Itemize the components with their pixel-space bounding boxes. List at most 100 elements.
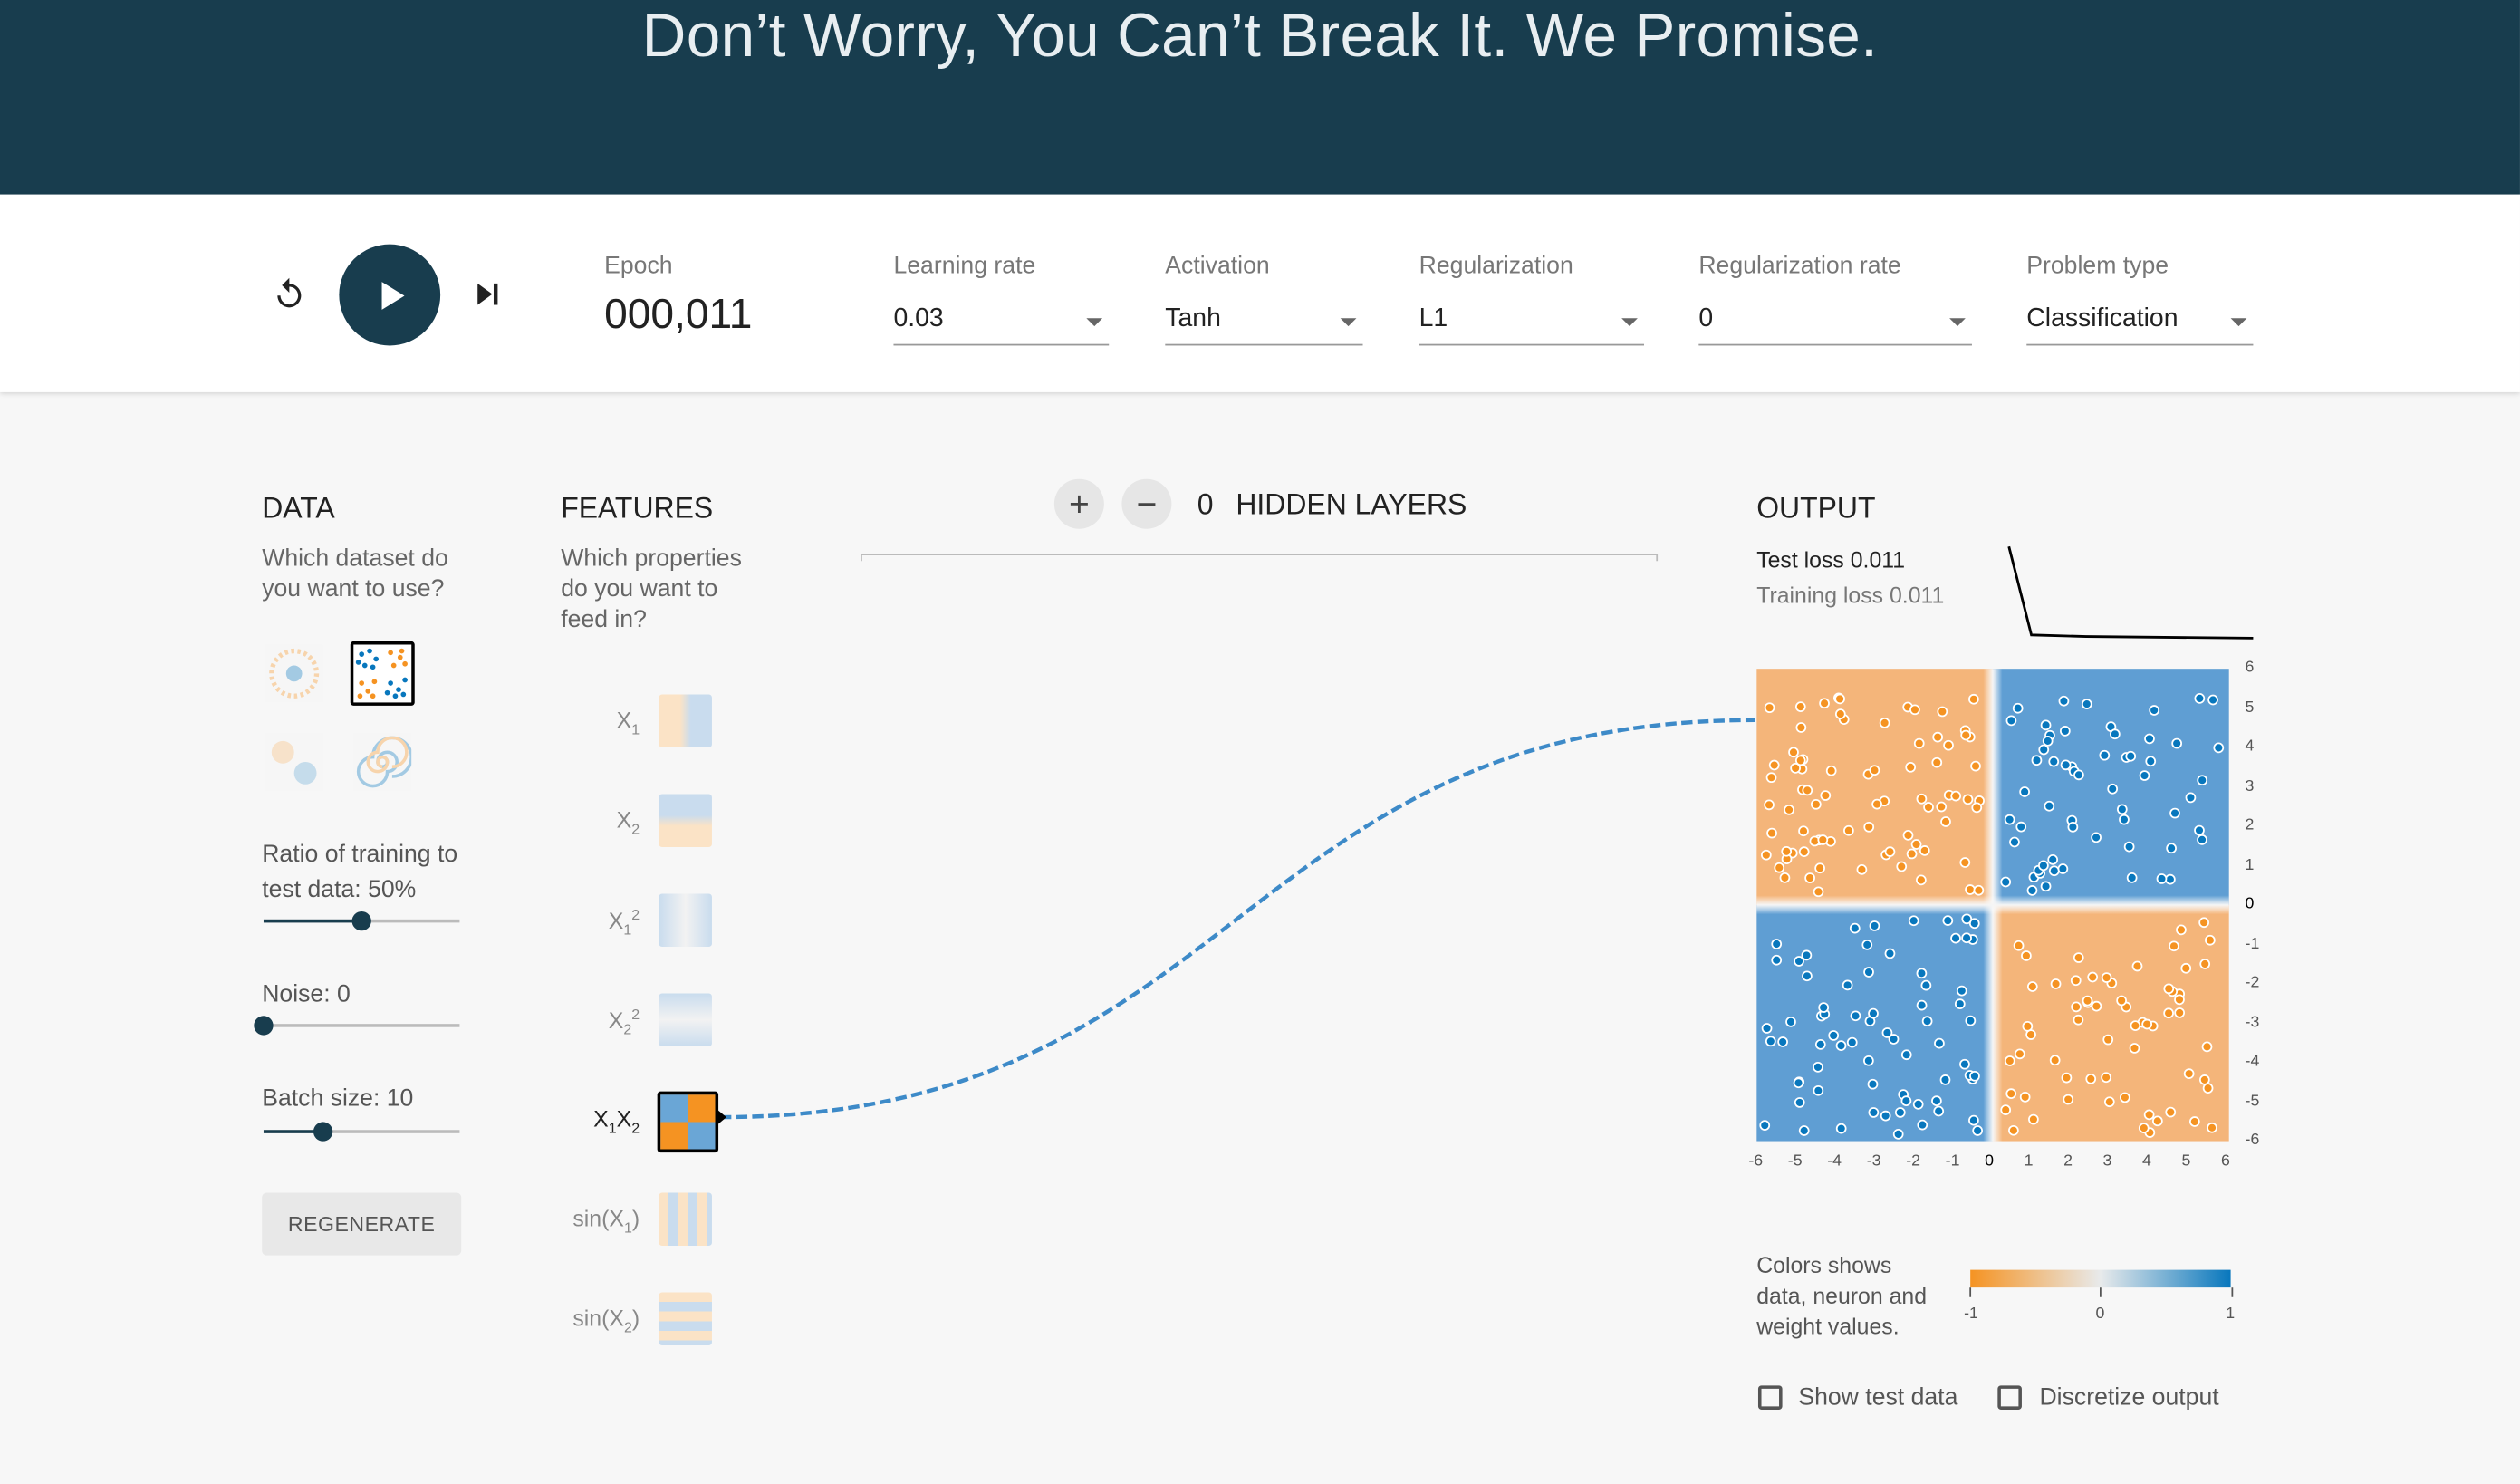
- regularization-rate-select[interactable]: 0: [1698, 305, 1972, 346]
- feature-x1-squared[interactable]: [659, 893, 712, 948]
- data-point: [2130, 1020, 2141, 1031]
- learning-rate-select[interactable]: 0.03: [893, 305, 1110, 346]
- regularization-rate-value: 0: [1698, 305, 1714, 333]
- data-point: [2012, 702, 2024, 714]
- feature-sin-x2[interactable]: [659, 1292, 712, 1346]
- regenerate-button[interactable]: REGENERATE: [262, 1192, 462, 1256]
- dataset-xor-thumb[interactable]: [350, 641, 415, 706]
- data-point: [2042, 736, 2054, 747]
- data-point: [2102, 1034, 2114, 1046]
- feature-sin-x1-label: sin(X1): [572, 1205, 640, 1236]
- data-point: [1793, 1077, 1804, 1089]
- feature-sin-x1[interactable]: [659, 1192, 712, 1247]
- data-point: [1813, 1062, 1823, 1073]
- data-point: [2071, 1001, 2082, 1013]
- data-point: [2040, 881, 2052, 892]
- x-tick-label: -2: [1906, 1152, 1921, 1171]
- batch-slider-knob[interactable]: [313, 1122, 332, 1142]
- data-point: [2005, 715, 2017, 727]
- data-point: [1804, 872, 1815, 883]
- feature-x1[interactable]: [659, 694, 712, 748]
- legend-line: data, neuron and: [1756, 1282, 1928, 1309]
- hidden-layers-count: 0: [1197, 488, 1214, 521]
- add-layer-button[interactable]: +: [1053, 478, 1104, 529]
- feature-x1x2-label: X1X2: [593, 1105, 640, 1136]
- activation-select[interactable]: Tanh: [1165, 305, 1363, 346]
- legend-min: -1: [1964, 1305, 1978, 1324]
- data-point: [1814, 862, 1825, 874]
- show-test-data-label: Show test data: [1798, 1383, 1958, 1412]
- data-point: [2107, 783, 2119, 795]
- step-icon[interactable]: [466, 274, 508, 315]
- feature-x2[interactable]: [659, 794, 712, 848]
- reset-icon[interactable]: [268, 274, 310, 315]
- data-point: [1937, 706, 1948, 718]
- data-point: [2174, 1007, 2186, 1018]
- data-point: [1905, 761, 1917, 773]
- data-point: [1962, 794, 1974, 805]
- data-point: [2199, 959, 2211, 969]
- data-point: [2031, 755, 2043, 766]
- data-point: [2038, 860, 2049, 872]
- data-point: [2091, 1000, 2102, 1012]
- data-point: [1777, 1036, 1788, 1047]
- data-point: [2048, 865, 2060, 877]
- weight-link[interactable]: [707, 708, 1768, 1133]
- data-point: [2131, 960, 2143, 972]
- data-point: [2091, 832, 2102, 843]
- data-point: [2044, 800, 2055, 812]
- data-point: [1916, 874, 1927, 886]
- data-point: [1794, 701, 1806, 712]
- data-point: [2188, 1116, 2200, 1127]
- data-point: [1798, 846, 1810, 858]
- data-point: [1971, 802, 1983, 814]
- data-point: [1950, 932, 1961, 944]
- ratio-slider-knob[interactable]: [351, 911, 371, 931]
- data-point: [2019, 1092, 2031, 1103]
- data-point: [2013, 940, 2025, 951]
- data-point: [1968, 693, 1979, 705]
- data-point: [2138, 1123, 2150, 1133]
- data-point: [2101, 972, 2112, 983]
- data-point: [1759, 1120, 1771, 1131]
- dataset-circle-thumb[interactable]: [262, 641, 326, 706]
- activation-label: Activation: [1165, 252, 1270, 280]
- y-tick-label: -3: [2245, 1013, 2260, 1032]
- data-point: [1768, 759, 1780, 771]
- legend-line: weight values.: [1756, 1313, 1900, 1339]
- data-point: [1923, 802, 1934, 813]
- data-point: [1916, 968, 1928, 979]
- plus-icon: +: [1068, 483, 1090, 524]
- noise-slider-knob[interactable]: [254, 1016, 274, 1036]
- play-button[interactable]: [339, 244, 441, 346]
- data-point: [1884, 846, 1896, 858]
- data-point: [2103, 1096, 2115, 1108]
- x-tick-label: 4: [2142, 1152, 2151, 1171]
- chevron-down-icon: [1340, 318, 1357, 327]
- output-heatmap: [1756, 669, 2229, 1142]
- ratio-label-line: Ratio of training to: [262, 840, 458, 869]
- problem-type-select[interactable]: Classification: [2026, 305, 2254, 346]
- discretize-output-checkbox[interactable]: [1997, 1385, 2022, 1410]
- data-point: [1765, 1036, 1776, 1047]
- color-legend-text: Colors shows data, neuron and weight val…: [1756, 1250, 1927, 1342]
- remove-layer-button[interactable]: −: [1121, 478, 1172, 529]
- feature-x2-squared[interactable]: [659, 993, 712, 1047]
- dataset-spiral-thumb[interactable]: [351, 729, 415, 794]
- data-point: [1961, 932, 1972, 944]
- training-loss: Training loss 0.011: [1756, 582, 1945, 608]
- loss-curve-chart: [2007, 545, 2254, 640]
- data-point: [1908, 915, 1919, 927]
- data-point: [2070, 975, 2082, 987]
- regularization-select[interactable]: L1: [1419, 305, 1645, 346]
- data-point: [1813, 886, 1824, 898]
- show-test-data-checkbox[interactable]: [1757, 1385, 1783, 1410]
- data-point: [2005, 1088, 2017, 1100]
- noise-slider-track[interactable]: [263, 1024, 460, 1027]
- data-point: [1798, 1125, 1810, 1136]
- data-point: [1940, 816, 1951, 827]
- test-loss: Test loss 0.011: [1756, 546, 1906, 573]
- data-point: [1814, 1039, 1826, 1050]
- dataset-gaussian-thumb[interactable]: [262, 729, 326, 794]
- data-point: [2144, 733, 2155, 745]
